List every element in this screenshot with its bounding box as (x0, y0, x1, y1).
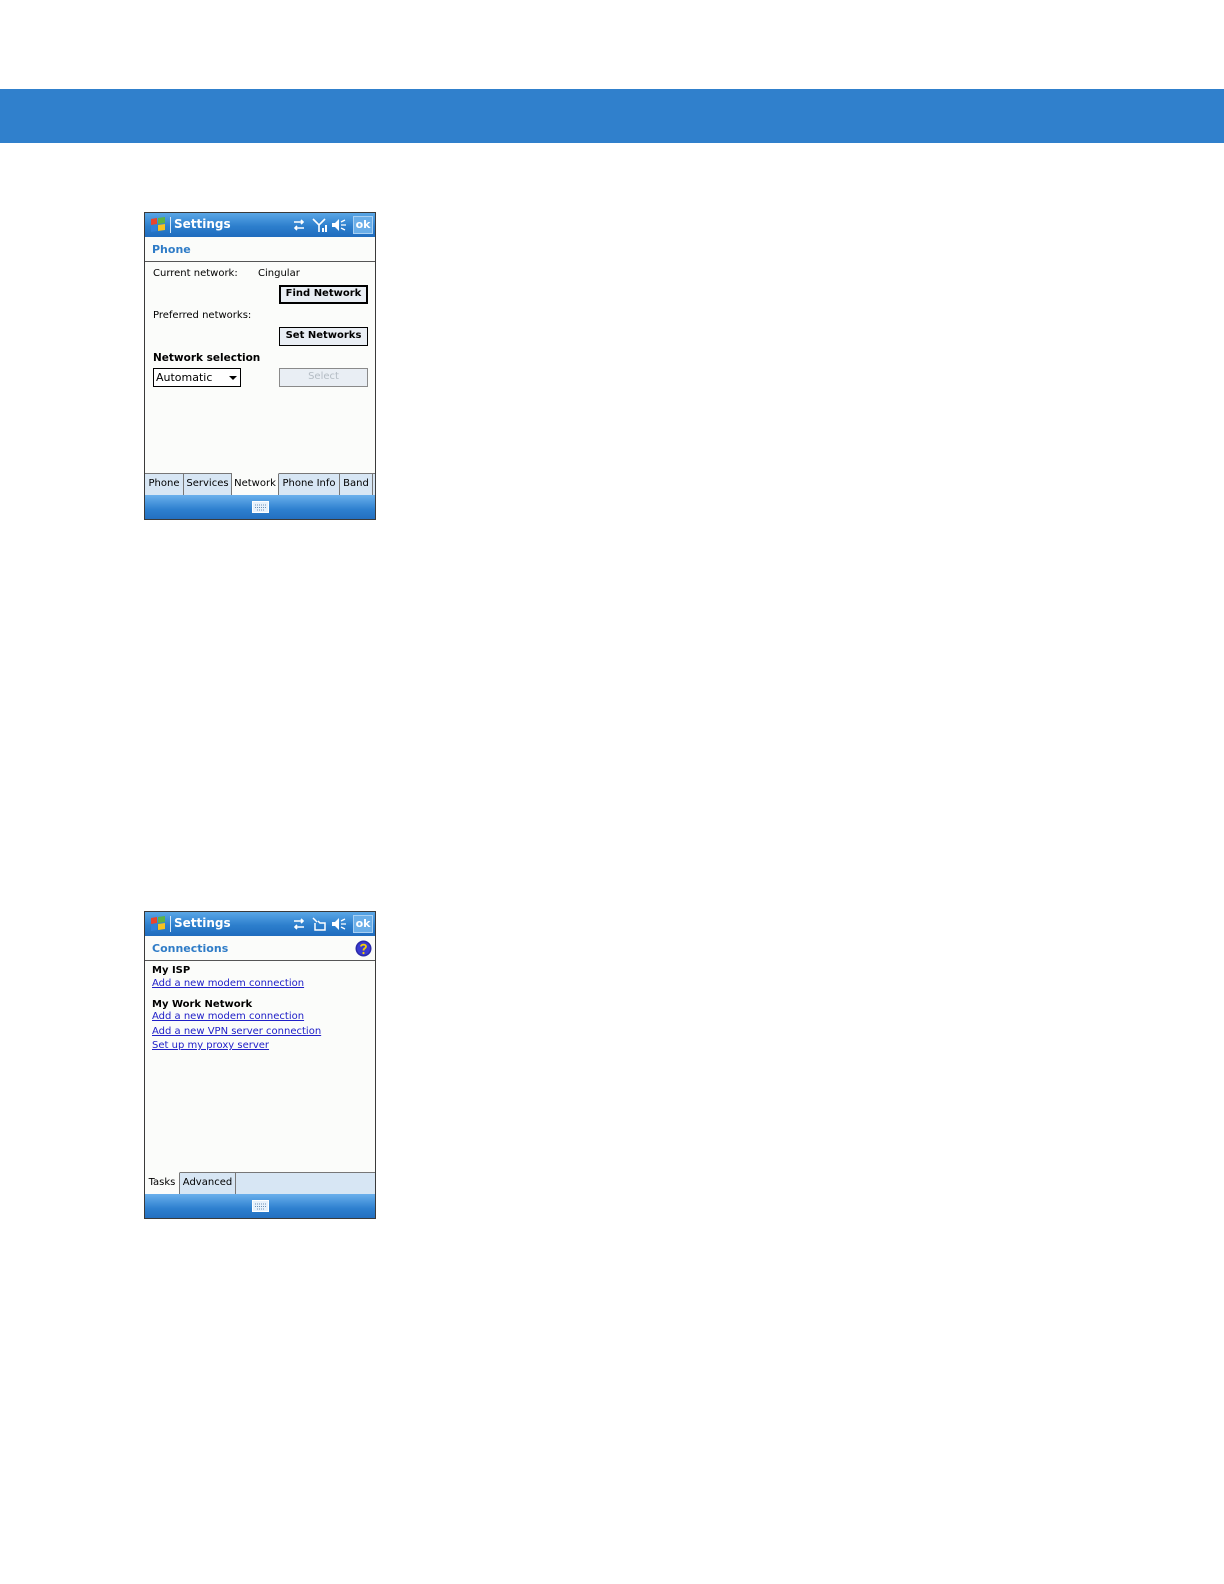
group-title-my-work-network: My Work Network (152, 999, 253, 1010)
phone-settings-screen: Settings ok Phone Current network: Cingu… (144, 212, 376, 520)
tab-strip: Tasks Advanced (145, 1172, 375, 1195)
current-network-label: Current network: (153, 268, 238, 279)
title-separator (170, 217, 171, 233)
tab-phone[interactable]: Phone (145, 474, 184, 496)
section-header: Connections (145, 936, 375, 961)
current-network-value: Cingular (258, 268, 300, 279)
find-network-button[interactable]: Find Network (279, 285, 368, 304)
group-title-my-isp: My ISP (152, 965, 191, 976)
windows-start-icon[interactable] (148, 215, 168, 235)
tab-tasks[interactable]: Tasks (145, 1172, 180, 1195)
tab-services[interactable]: Services (184, 474, 232, 496)
tab-strip: Phone Services Network Phone Info Band (145, 473, 375, 496)
page-header-banner (0, 89, 1224, 143)
speaker-icon[interactable] (331, 916, 347, 932)
link-add-modem-connection-work[interactable]: Add a new modem connection (152, 1011, 304, 1022)
ok-button[interactable]: ok (353, 915, 373, 933)
tab-band[interactable]: Band (340, 474, 373, 496)
connectivity-icon[interactable] (291, 217, 307, 233)
set-networks-button[interactable]: Set Networks (279, 327, 368, 346)
network-selection-heading: Network selection (153, 352, 261, 364)
soft-key-bar (145, 1194, 375, 1218)
no-signal-icon[interactable] (311, 916, 327, 932)
tab-phone-info[interactable]: Phone Info (279, 474, 340, 496)
preferred-networks-label: Preferred networks: (153, 310, 252, 321)
title-separator (170, 916, 171, 932)
soft-key-bar (145, 495, 375, 519)
help-icon[interactable] (355, 940, 372, 957)
signal-icon[interactable] (311, 217, 327, 233)
title-bar: Settings ok (145, 912, 375, 936)
connections-settings-screen: Settings ok Connections My ISP Add a new… (144, 911, 376, 1219)
connectivity-icon[interactable] (291, 916, 307, 932)
chevron-down-icon (229, 376, 237, 380)
app-title: Settings (174, 916, 231, 930)
keyboard-icon[interactable] (252, 1200, 269, 1212)
speaker-icon[interactable] (331, 217, 347, 233)
section-title: Connections (152, 942, 229, 955)
link-add-vpn-connection[interactable]: Add a new VPN server connection (152, 1026, 321, 1037)
link-add-modem-connection-isp[interactable]: Add a new modem connection (152, 978, 304, 989)
tab-network[interactable]: Network (232, 473, 279, 496)
ok-button[interactable]: ok (353, 216, 373, 234)
link-setup-proxy-server[interactable]: Set up my proxy server (152, 1040, 269, 1051)
section-header: Phone (145, 237, 375, 262)
title-bar: Settings ok (145, 213, 375, 237)
keyboard-icon[interactable] (252, 501, 269, 513)
windows-start-icon[interactable] (148, 914, 168, 934)
tab-advanced[interactable]: Advanced (180, 1173, 236, 1195)
network-selection-dropdown[interactable]: Automatic (153, 368, 241, 387)
network-selection-value: Automatic (156, 371, 213, 384)
section-title: Phone (152, 243, 191, 256)
app-title: Settings (174, 217, 231, 231)
select-button[interactable]: Select (279, 368, 368, 387)
